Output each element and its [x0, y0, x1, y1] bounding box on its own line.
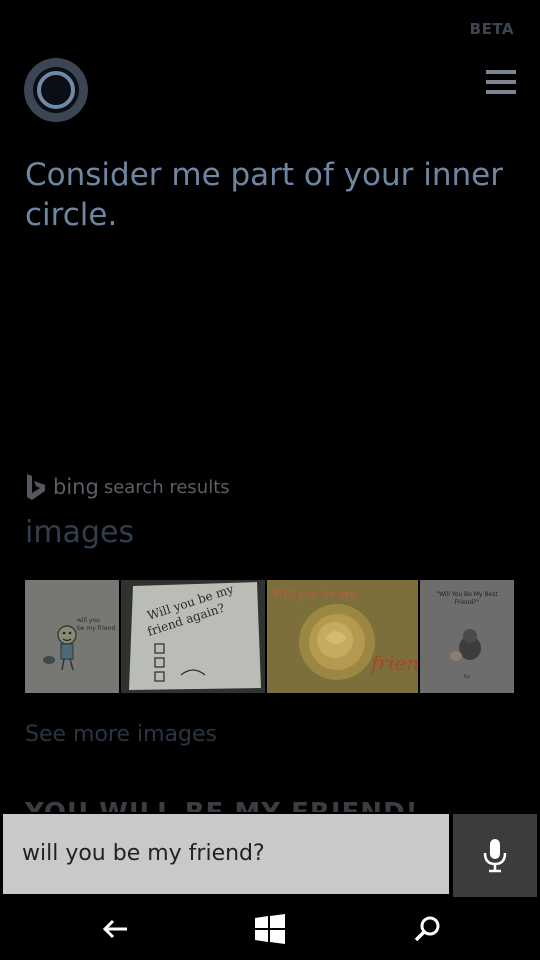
- search-icon[interactable]: [410, 912, 444, 946]
- bing-suffix: search results: [103, 476, 230, 498]
- navigation-bar: [0, 898, 540, 960]
- svg-text:frien: frien: [369, 651, 418, 675]
- cortana-response: Consider me part of your inner circle.: [25, 157, 503, 233]
- result-heading[interactable]: YOU WILL BE MY FRIEND!: [25, 796, 419, 812]
- svg-text:be my friend: be my friend: [77, 625, 115, 632]
- see-more-images-link[interactable]: See more images: [25, 722, 217, 747]
- svg-text:"Will You Be My Best: "Will You Be My Best: [436, 591, 498, 598]
- bing-attribution: bing search results: [25, 472, 230, 502]
- query-input[interactable]: will you be my friend?: [3, 814, 449, 894]
- svg-text:will you: will you: [77, 617, 100, 624]
- yellow-rose-thumbnail[interactable]: Will you be my frien: [267, 580, 418, 693]
- cartoon-person-thumbnail[interactable]: will you be my friend: [25, 580, 119, 693]
- microphone-icon: [483, 839, 507, 873]
- windows-logo-icon[interactable]: [253, 912, 287, 946]
- bing-word: bing: [53, 475, 99, 499]
- images-heading[interactable]: images: [25, 515, 134, 550]
- cortana-screen: BETA Consider me part of your inner circ…: [0, 0, 540, 960]
- svg-text:by: by: [464, 674, 470, 680]
- microphone-button[interactable]: [453, 814, 537, 897]
- back-arrow-icon[interactable]: [99, 912, 133, 946]
- hamburger-menu-icon[interactable]: [486, 70, 516, 96]
- svg-text:Will you be my: Will you be my: [273, 588, 356, 601]
- kitten-card-thumbnail[interactable]: "Will You Be My Best Friend?" by: [420, 580, 514, 693]
- handwritten-note-thumbnail[interactable]: Will you be my friend again?: [121, 580, 265, 693]
- svg-text:Friend?": Friend?": [455, 599, 480, 606]
- bing-logo-icon: [27, 474, 45, 500]
- cortana-logo-icon[interactable]: [24, 58, 88, 122]
- beta-label: BETA: [469, 20, 514, 38]
